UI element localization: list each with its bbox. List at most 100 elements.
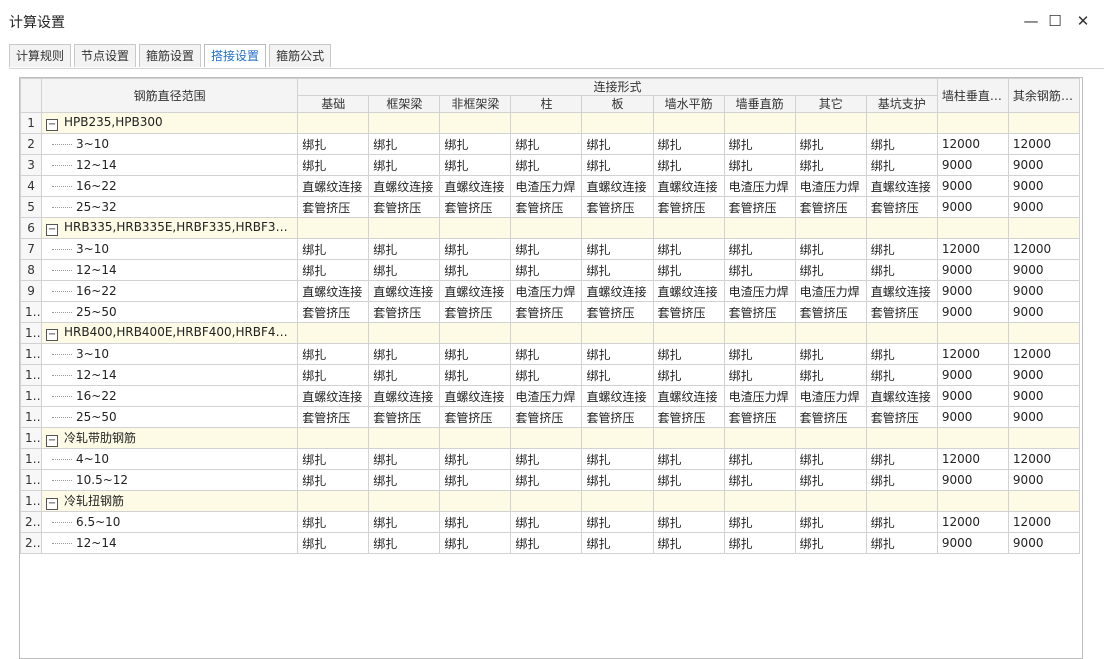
value-cell[interactable]: 套管挤压 <box>439 196 512 218</box>
table-row[interactable]: 4 16~22 直螺纹连接 直螺纹连接 直螺纹连接 电渣压力焊 直螺纹连接 直螺纹连接 电渣压力… <box>20 175 1081 197</box>
range-cell[interactable]: 10.5~12 <box>41 469 299 491</box>
value-cell[interactable]: 绑扎 <box>723 511 796 533</box>
value-cell[interactable]: 绑扎 <box>723 532 796 554</box>
value-cell[interactable]: 绑扎 <box>723 238 796 260</box>
value-cell[interactable] <box>1007 112 1081 134</box>
value-cell[interactable]: 绑扎 <box>581 532 654 554</box>
value-cell[interactable] <box>723 217 796 239</box>
value-cell[interactable] <box>581 112 654 134</box>
value-cell[interactable]: 直螺纹连接 <box>439 385 512 407</box>
value-cell[interactable] <box>439 217 512 239</box>
value-cell[interactable]: 套管挤压 <box>510 196 583 218</box>
value-cell[interactable]: 9000 <box>1007 385 1081 407</box>
table-row[interactable]: 20 6.5~10 绑扎 绑扎 绑扎 绑扎 绑扎 绑扎 绑扎 绑扎 绑扎 12000 12000 <box>20 511 1081 533</box>
value-cell[interactable]: 绑扎 <box>297 154 370 176</box>
range-cell[interactable]: 12~14 <box>41 259 299 281</box>
value-cell[interactable]: 套管挤压 <box>510 301 583 323</box>
group-row[interactable]: 6− HRB335,HRB335E,HRBF335,HRBF335E <box>20 217 1081 239</box>
value-cell[interactable]: 9000 <box>936 532 1009 554</box>
value-cell[interactable]: 绑扎 <box>510 133 583 155</box>
value-cell[interactable]: 电渣压力焊 <box>794 280 867 302</box>
value-cell[interactable]: 绑扎 <box>581 133 654 155</box>
value-cell[interactable]: 绑扎 <box>510 154 583 176</box>
value-cell[interactable]: 绑扎 <box>581 469 654 491</box>
range-cell[interactable]: 25~50 <box>41 301 299 323</box>
value-cell[interactable]: 绑扎 <box>510 238 583 260</box>
table-row[interactable]: 21 12~14 绑扎 绑扎 绑扎 绑扎 绑扎 绑扎 绑扎 绑扎 绑扎 9000 9000 <box>20 532 1081 554</box>
group-row[interactable]: 16− 冷轧带肋钢筋 <box>20 427 1081 449</box>
value-cell[interactable] <box>368 427 441 449</box>
value-cell[interactable] <box>652 427 725 449</box>
value-cell[interactable]: 绑扎 <box>581 154 654 176</box>
value-cell[interactable]: 绑扎 <box>794 364 867 386</box>
value-cell[interactable]: 直螺纹连接 <box>865 175 938 197</box>
value-cell[interactable] <box>439 427 512 449</box>
minus-box-icon[interactable]: − <box>46 498 59 510</box>
value-cell[interactable]: 9000 <box>936 364 1009 386</box>
value-cell[interactable] <box>581 490 654 512</box>
group-label-cell[interactable]: − HPB235,HPB300 <box>41 112 299 134</box>
value-cell[interactable] <box>581 322 654 344</box>
value-cell[interactable]: 套管挤压 <box>439 301 512 323</box>
value-cell[interactable] <box>652 217 725 239</box>
value-cell[interactable]: 绑扎 <box>794 154 867 176</box>
value-cell[interactable]: 绑扎 <box>865 238 938 260</box>
value-cell[interactable]: 直螺纹连接 <box>581 280 654 302</box>
value-cell[interactable] <box>581 217 654 239</box>
value-cell[interactable]: 电渣压力焊 <box>723 280 796 302</box>
value-cell[interactable]: 绑扎 <box>368 532 441 554</box>
value-cell[interactable]: 套管挤压 <box>723 196 796 218</box>
value-cell[interactable] <box>1007 490 1081 512</box>
value-cell[interactable]: 绑扎 <box>510 448 583 470</box>
value-cell[interactable] <box>510 490 583 512</box>
value-cell[interactable] <box>510 427 583 449</box>
value-cell[interactable]: 绑扎 <box>581 259 654 281</box>
value-cell[interactable]: 绑扎 <box>297 238 370 260</box>
value-cell[interactable]: 9000 <box>1007 196 1081 218</box>
value-cell[interactable]: 绑扎 <box>652 343 725 365</box>
range-cell[interactable]: 4~10 <box>41 448 299 470</box>
value-cell[interactable]: 绑扎 <box>652 154 725 176</box>
value-cell[interactable] <box>652 112 725 134</box>
table-row[interactable]: 5 25~32 套管挤压 套管挤压 套管挤压 套管挤压 套管挤压 套管挤压 套管挤压 套管挤压 套管… <box>20 196 1081 218</box>
value-cell[interactable]: 套管挤压 <box>865 196 938 218</box>
range-cell[interactable]: 6.5~10 <box>41 511 299 533</box>
value-cell[interactable] <box>439 490 512 512</box>
value-cell[interactable]: 电渣压力焊 <box>510 175 583 197</box>
value-cell[interactable]: 9000 <box>936 280 1009 302</box>
value-cell[interactable] <box>1007 322 1081 344</box>
value-cell[interactable]: 直螺纹连接 <box>368 175 441 197</box>
value-cell[interactable]: 电渣压力焊 <box>723 385 796 407</box>
value-cell[interactable]: 绑扎 <box>794 259 867 281</box>
value-cell[interactable]: 套管挤压 <box>297 406 370 428</box>
value-cell[interactable]: 9000 <box>936 154 1009 176</box>
value-cell[interactable]: 绑扎 <box>652 133 725 155</box>
group-label-cell[interactable]: − HRB400,HRB400E,HRBF400,HRBF400E... <box>41 322 299 344</box>
value-cell[interactable]: 套管挤压 <box>865 406 938 428</box>
value-cell[interactable]: 9000 <box>936 259 1009 281</box>
minus-box-icon[interactable]: − <box>46 224 59 236</box>
value-cell[interactable]: 9000 <box>1007 259 1081 281</box>
value-cell[interactable] <box>439 322 512 344</box>
value-cell[interactable]: 直螺纹连接 <box>439 175 512 197</box>
value-cell[interactable]: 绑扎 <box>723 448 796 470</box>
value-cell[interactable] <box>723 322 796 344</box>
value-cell[interactable]: 绑扎 <box>297 469 370 491</box>
value-cell[interactable]: 绑扎 <box>723 469 796 491</box>
value-cell[interactable]: 9000 <box>936 406 1009 428</box>
value-cell[interactable] <box>368 112 441 134</box>
minimize-icon[interactable]: — <box>1020 10 1042 32</box>
value-cell[interactable]: 绑扎 <box>865 364 938 386</box>
value-cell[interactable] <box>794 490 867 512</box>
group-row[interactable]: 19− 冷轧扭钢筋 <box>20 490 1081 512</box>
group-label-cell[interactable]: − HRB335,HRB335E,HRBF335,HRBF335E <box>41 217 299 239</box>
value-cell[interactable]: 直螺纹连接 <box>439 280 512 302</box>
value-cell[interactable]: 套管挤压 <box>794 406 867 428</box>
value-cell[interactable]: 绑扎 <box>723 343 796 365</box>
value-cell[interactable]: 绑扎 <box>297 511 370 533</box>
group-row[interactable]: 11− HRB400,HRB400E,HRBF400,HRBF400E... <box>20 322 1081 344</box>
table-row[interactable]: 7 3~10 绑扎 绑扎 绑扎 绑扎 绑扎 绑扎 绑扎 绑扎 绑扎 12000 12000 <box>20 238 1081 260</box>
value-cell[interactable]: 绑扎 <box>794 532 867 554</box>
value-cell[interactable]: 绑扎 <box>368 511 441 533</box>
tab-calc-rules[interactable]: 计算规则 <box>9 44 72 67</box>
